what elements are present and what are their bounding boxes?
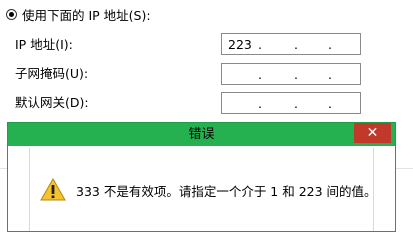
radio-selected-icon[interactable]	[6, 8, 17, 20]
ip-dot: .	[328, 67, 332, 82]
dialog-titlebar[interactable]: 错误	[8, 123, 395, 146]
ip-dot: .	[328, 37, 332, 52]
ip-dot: .	[258, 67, 262, 82]
error-message: 333 不是有效项。请指定一个介于 1 和 223 间的值。	[76, 184, 377, 199]
ip-dot: .	[258, 37, 262, 52]
close-button[interactable]: ✕	[354, 123, 391, 143]
subnet-mask-label: 子网掩码(U):	[15, 66, 89, 81]
default-gateway-label: 默认网关(D):	[15, 95, 89, 110]
ip-dot: .	[328, 96, 332, 111]
close-icon: ✕	[366, 125, 379, 141]
ip-dot: .	[294, 96, 298, 111]
dialog-content: 333 不是有效项。请指定一个介于 1 和 223 间的值。	[29, 148, 377, 231]
ip-address-label: IP 地址(I):	[15, 37, 73, 52]
ip-dot: .	[294, 37, 298, 52]
warning-icon	[40, 178, 66, 201]
ip-dot: .	[294, 67, 298, 82]
dialog-title: 错误	[188, 127, 215, 142]
default-gateway-input[interactable]: . . .	[221, 92, 361, 114]
use-following-ip-label: 使用下面的 IP 地址(S):	[22, 7, 151, 23]
use-following-ip-radio[interactable]: 使用下面的 IP 地址(S):	[6, 3, 151, 25]
ip-octet-1[interactable]: 223	[228, 37, 252, 52]
error-dialog: 错误 ✕ 333 不是有效项。请指定一个介于 1 和 223 间的值。	[7, 122, 396, 232]
subnet-mask-input[interactable]: . . .	[221, 63, 361, 85]
ip-address-input[interactable]: 223 . . .	[221, 33, 361, 55]
ip-dot: .	[258, 96, 262, 111]
